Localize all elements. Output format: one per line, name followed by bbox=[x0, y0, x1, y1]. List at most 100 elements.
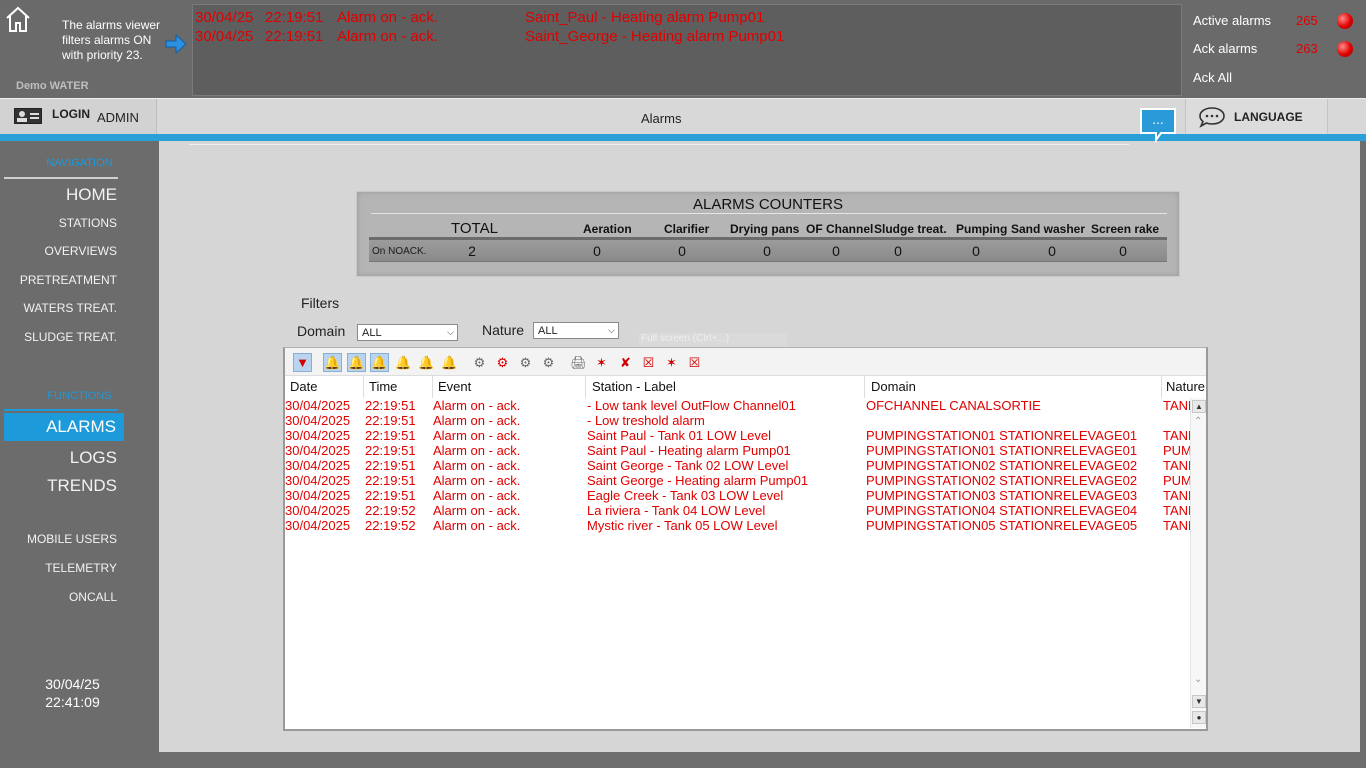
viewer-filter-note: The alarms viewer filters alarms ON with… bbox=[62, 18, 161, 62]
table-row[interactable]: 30/04/2025 22:19:51 Alarm on - ack. - Lo… bbox=[285, 398, 1190, 413]
sidebar-item-trends[interactable]: TRENDS bbox=[47, 476, 117, 496]
counter-header-aeration: Aeration bbox=[583, 222, 632, 236]
column-header-domain[interactable]: Domain bbox=[871, 379, 916, 394]
ack-alarms-counter[interactable]: Ack alarms 263 bbox=[1193, 41, 1363, 59]
language-button[interactable]: LANGUAGE bbox=[1185, 99, 1328, 135]
table-row[interactable]: 30/04/2025 22:19:51 Alarm on - ack. Sain… bbox=[285, 473, 1190, 488]
sidebar-item-home[interactable]: HOME bbox=[66, 185, 117, 205]
sidebar-item-waters-treat[interactable]: WATERS TREAT. bbox=[23, 301, 117, 315]
equipment-alarm-icon[interactable]: ⚙ bbox=[493, 353, 512, 372]
column-separator[interactable] bbox=[585, 376, 586, 398]
domain-filter-select[interactable]: ALL ⌵ bbox=[357, 324, 458, 341]
bell-filter-icon[interactable]: 🔔 bbox=[394, 353, 413, 372]
table-row[interactable]: 30/04/2025 22:19:51 Alarm on - ack. - Lo… bbox=[285, 413, 1190, 428]
chevron-down-icon: ⌵ bbox=[447, 327, 454, 337]
project-label: Demo WATER bbox=[16, 80, 89, 92]
alarm-banner: The alarms viewer filters alarms ON with… bbox=[0, 0, 1366, 98]
chat-bubble-icon[interactable]: ... bbox=[1139, 107, 1177, 144]
grid-header: Date Time Event Station - Label Domain N… bbox=[285, 376, 1206, 398]
sidebar-item-sludge-treat[interactable]: SLUDGE TREAT. bbox=[24, 330, 117, 344]
table-row[interactable]: 30/04/2025 22:19:51 Alarm on - ack. Sain… bbox=[285, 428, 1190, 443]
counter-value-screen-rake: 0 bbox=[1119, 243, 1127, 259]
table-row[interactable]: 30/04/2025 22:19:52 Alarm on - ack. La r… bbox=[285, 503, 1190, 518]
sidebar-item-logs[interactable]: LOGS bbox=[70, 448, 117, 468]
vertical-scrollbar[interactable]: ▲ ⌃ ⌄ ▼ ● bbox=[1190, 398, 1206, 728]
sidebar-item-telemetry[interactable]: TELEMETRY bbox=[45, 561, 117, 575]
counter-value-of-channel: 0 bbox=[832, 243, 840, 259]
active-alarms-counter[interactable]: Active alarms 265 bbox=[1193, 13, 1363, 31]
table-row[interactable]: 30/04/2025 22:19:51 Alarm on - ack. Eagl… bbox=[285, 488, 1190, 503]
column-separator[interactable] bbox=[1161, 376, 1162, 398]
counters-title: ALARMS COUNTERS bbox=[692, 196, 844, 213]
table-row[interactable]: 30/04/2025 22:19:52 Alarm on - ack. Myst… bbox=[285, 518, 1190, 533]
equipment-icon[interactable]: ⚙ bbox=[470, 353, 489, 372]
chevron-down-icon[interactable]: ⌄ bbox=[1194, 674, 1202, 685]
bell-icon[interactable]: 🔔 bbox=[323, 353, 342, 372]
column-header-date[interactable]: Date bbox=[290, 379, 317, 394]
grid-body: 30/04/2025 22:19:51 Alarm on - ack. - Lo… bbox=[285, 398, 1190, 728]
scroll-end-icon[interactable]: ● bbox=[1192, 711, 1206, 724]
fullscreen-tooltip: Full screen (Ctrl+...) bbox=[639, 333, 787, 347]
sidebar-item-alarms[interactable]: ALARMS bbox=[4, 413, 124, 441]
equipment-off-icon[interactable]: ⚙ bbox=[539, 353, 558, 372]
bell-ack-icon[interactable]: 🔔 bbox=[347, 353, 366, 372]
svg-text:...: ... bbox=[1152, 113, 1163, 127]
column-separator[interactable] bbox=[864, 376, 865, 398]
counter-header-pumping: Pumping bbox=[956, 222, 1008, 236]
counter-value-total: 2 bbox=[468, 243, 476, 259]
scroll-bottom-icon[interactable]: ▼ bbox=[1192, 695, 1206, 708]
nature-filter-select[interactable]: ALL ⌵ bbox=[533, 322, 619, 339]
column-separator[interactable] bbox=[363, 376, 364, 398]
filters-title: Filters bbox=[301, 295, 340, 311]
counter-header-clarifier: Clarifier bbox=[664, 222, 710, 236]
counter-value-sand-washer: 0 bbox=[1048, 243, 1056, 259]
counter-value-clarifier: 0 bbox=[678, 243, 686, 259]
printer-icon[interactable]: 🖨 bbox=[569, 353, 588, 372]
bell-clear-icon[interactable]: 🔔 bbox=[440, 353, 459, 372]
sidebar-item-oncall[interactable]: ONCALL bbox=[69, 590, 117, 604]
counter-value-pumping: 0 bbox=[972, 243, 980, 259]
delete-icon[interactable]: ☒ bbox=[639, 353, 658, 372]
bell-off-icon[interactable]: 🔔 bbox=[370, 353, 389, 372]
home-icon[interactable] bbox=[4, 4, 30, 34]
table-row[interactable]: 30/04/2025 22:19:51 Alarm on - ack. Sain… bbox=[285, 458, 1190, 473]
table-row[interactable]: 30/04/2025 22:19:51 Alarm on - ack. Sain… bbox=[285, 443, 1190, 458]
header-bar: LOGIN ADMIN Alarms ... LANGUAGE bbox=[0, 98, 1366, 144]
sidebar-item-mobile-users[interactable]: MOBILE USERS bbox=[27, 532, 117, 546]
equipment-ack-icon[interactable]: ⚙ bbox=[516, 353, 535, 372]
arrow-right-icon[interactable] bbox=[164, 33, 188, 55]
sidebar-item-pretreatment[interactable]: PRETREATMENT bbox=[20, 273, 117, 287]
column-separator[interactable] bbox=[432, 376, 433, 398]
counter-header-sludge-treat: Sludge treat. bbox=[874, 222, 947, 236]
alarm-grid: ▼ 🔔 🔔 🔔 🔔 🔔 🔔 ⚙ ⚙ ⚙ ⚙ 🖨 ✶ ✘ ☒ ✶ ☒ Date T… bbox=[283, 347, 1208, 731]
divider bbox=[371, 213, 1167, 214]
mask-icon[interactable]: ✘ bbox=[616, 353, 635, 372]
column-header-label[interactable]: Station - Label bbox=[592, 379, 676, 394]
dropdown-menu-icon[interactable]: ▼ bbox=[293, 353, 312, 372]
alarms-counters-panel: ALARMS COUNTERS TOTAL Aeration Clarifier… bbox=[356, 191, 1180, 277]
bell-priority-icon[interactable]: 🔔 bbox=[417, 353, 436, 372]
column-header-nature[interactable]: Nature bbox=[1166, 379, 1205, 394]
counter-value-aeration: 0 bbox=[593, 243, 601, 259]
counters-total-header: TOTAL bbox=[451, 220, 498, 237]
ack-all-button[interactable]: Ack All bbox=[1193, 70, 1363, 88]
counter-header-of-channel: OF Channel bbox=[806, 222, 874, 236]
delete-selected-icon[interactable]: ✶ bbox=[662, 353, 681, 372]
counter-header-screen-rake: Screen rake bbox=[1091, 222, 1160, 236]
delete-all-icon[interactable]: ☒ bbox=[685, 353, 704, 372]
clock-date: 30/04/25 bbox=[45, 676, 100, 692]
login-button[interactable]: LOGIN ADMIN bbox=[0, 99, 157, 135]
alarm-status-led-icon bbox=[1337, 41, 1353, 57]
user-card-icon bbox=[14, 108, 42, 124]
alarm-counters-summary: Active alarms 265 Ack alarms 263 Ack All bbox=[1184, 4, 1362, 96]
sidebar-item-overviews[interactable]: OVERVIEWS bbox=[45, 244, 117, 258]
alarm-status-led-icon bbox=[1337, 13, 1353, 29]
sidebar-item-stations[interactable]: STATIONS bbox=[59, 216, 117, 230]
column-header-event[interactable]: Event bbox=[438, 379, 471, 394]
chevron-up-icon[interactable]: ⌃ bbox=[1194, 416, 1202, 427]
banner-alarm-list[interactable]: 30/04/25 22:19:51 Alarm on - ack. Saint_… bbox=[192, 4, 1182, 96]
scroll-top-icon[interactable]: ▲ bbox=[1192, 400, 1206, 413]
column-header-time[interactable]: Time bbox=[369, 379, 397, 394]
export-icon[interactable]: ✶ bbox=[592, 353, 611, 372]
domain-filter-label: Domain bbox=[297, 323, 346, 339]
